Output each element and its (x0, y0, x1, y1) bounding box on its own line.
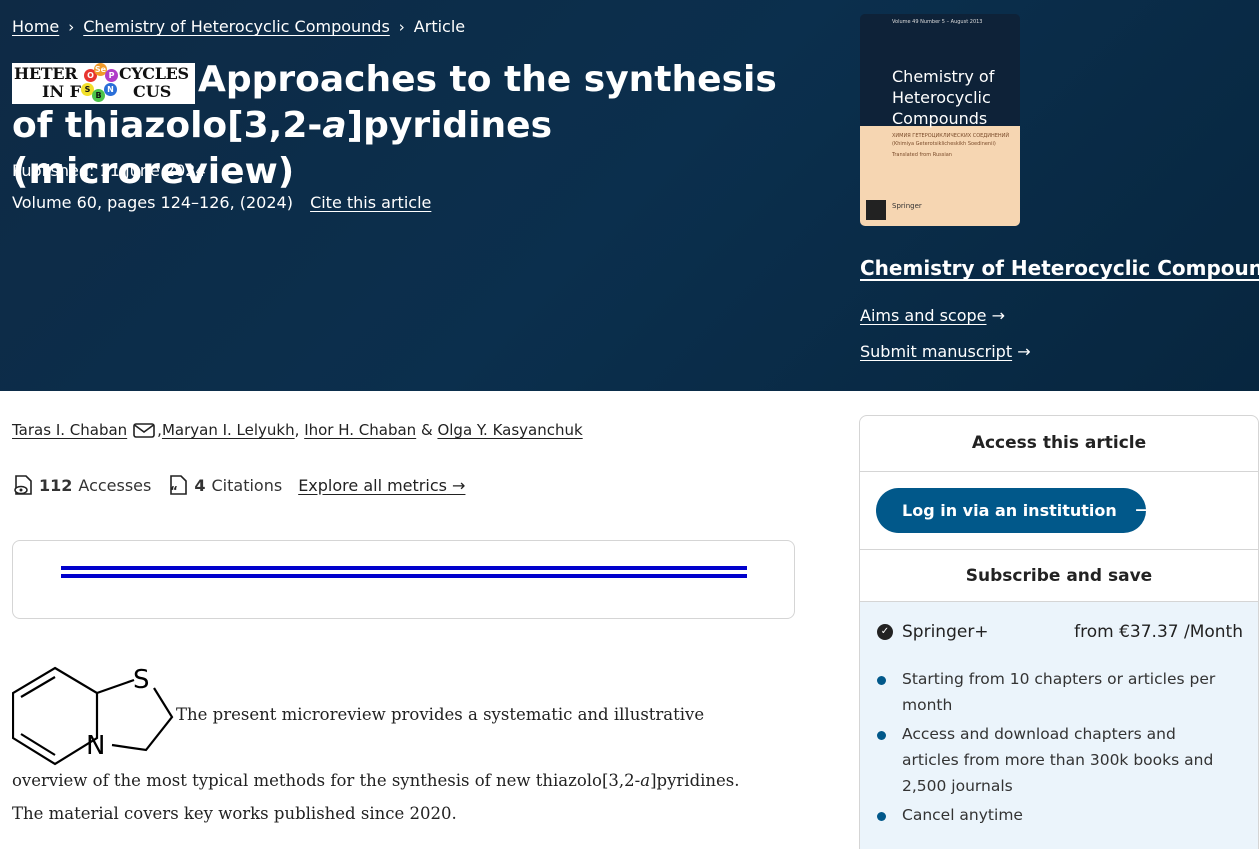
journal-name-link[interactable]: Chemistry of Heterocyclic Compounds (860, 256, 1259, 280)
aims-scope-link[interactable]: Aims and scope → (860, 306, 1005, 325)
subscription-plan: ✓ Springer+ from €37.37 /Month Starting … (860, 602, 1258, 849)
citations-label: Citations (211, 475, 283, 495)
cover-title-line: Chemistry of (892, 67, 995, 86)
explore-metrics-label: Explore all metrics (298, 475, 447, 495)
thiazolopyridine-structure-image: S N (12, 665, 174, 766)
article-header: Home › Chemistry of Heterocyclic Compoun… (0, 0, 1259, 391)
author-link[interactable]: Maryan I. Lelyukh (162, 421, 295, 439)
volume-info: Volume 60, pages 124–126, (2024) Cite th… (12, 193, 431, 212)
structure-atom-label: N (86, 731, 105, 761)
structure-atom-label: S (133, 665, 150, 695)
abstract-text-part: overview of the most typical methods for… (12, 771, 641, 790)
check-icon: ✓ (877, 624, 893, 640)
access-title: Access this article (860, 416, 1258, 472)
article-metrics: 112 Accesses “ 4 Citations Explore all m… (12, 474, 465, 496)
citations-icon: “ (170, 475, 188, 496)
arrow-right-icon: → (991, 306, 1006, 325)
graphical-abstract-box (12, 540, 795, 619)
access-sidebar: Access this article Log in via an instit… (859, 415, 1259, 849)
email-icon[interactable] (133, 422, 155, 438)
journal-cover-image[interactable]: Volume 49 Number 5 – August 2013 Chemist… (860, 14, 1020, 226)
abstract-text: overview of the most typical methods for… (12, 771, 740, 790)
author-link[interactable]: Taras I. Chaban (12, 421, 127, 439)
abstract-italic: a (640, 771, 651, 790)
plan-price: from €37.37 /Month (1074, 622, 1243, 642)
svg-text:“: “ (170, 484, 178, 496)
decorative-line (61, 566, 747, 570)
author-link[interactable]: Ihor H. Chaban (304, 421, 416, 439)
author-list: Taras I. Chaban , Maryan I. Lelyukh , Ih… (12, 421, 583, 439)
plan-benefits: Starting from 10 chapters or articles pe… (877, 666, 1237, 831)
accesses-count: 112 (39, 475, 73, 495)
cover-title-line: Heterocyclic (892, 88, 991, 107)
abstract-text: The present microreview provides a syste… (176, 705, 705, 724)
chevron-right-icon: › (398, 17, 405, 36)
login-label: Log in via an institution (902, 501, 1117, 520)
arrow-right-icon: → (1134, 498, 1154, 523)
breadcrumb-home[interactable]: Home (12, 17, 59, 36)
breadcrumb-current: Article (413, 17, 466, 36)
subscribe-title: Subscribe and save (860, 549, 1258, 602)
cover-subtitle: ХИМИЯ ГЕТЕРОЦИКЛИЧЕСКИХ СОЕДИНЕНИЙ (Khim… (892, 132, 1009, 159)
cover-subtitle-line: ХИМИЯ ГЕТЕРОЦИКЛИЧЕСКИХ СОЕДИНЕНИЙ (892, 133, 1010, 139)
cite-article-link[interactable]: Cite this article (310, 193, 431, 212)
decorative-line (61, 574, 747, 578)
title-italic: a (322, 105, 347, 146)
accesses-icon (14, 475, 32, 495)
cover-title-line: Compounds (892, 109, 988, 128)
breadcrumb: Home › Chemistry of Heterocyclic Compoun… (12, 17, 465, 36)
volume-text: Volume 60, pages 124–126, (2024) (12, 193, 293, 212)
author-separator: & (420, 421, 433, 439)
cover-translated: Translated from Russian (892, 152, 952, 158)
abstract-text-part: ]pyridines. (650, 771, 740, 790)
arrow-right-icon: → (1017, 342, 1031, 361)
institution-login-button[interactable]: Log in via an institution → (876, 488, 1153, 533)
cover-subtitle-line: (Khimiya Geterotsiklicheskikh Soedinenii… (892, 141, 996, 147)
breadcrumb-journal[interactable]: Chemistry of Heterocyclic Compounds (83, 17, 390, 36)
cover-publisher: Springer (892, 202, 922, 210)
explore-metrics-link[interactable]: Explore all metrics → (298, 476, 465, 495)
chevron-right-icon: › (68, 17, 75, 36)
citations-count: 4 (194, 475, 206, 495)
list-item: Starting from 10 chapters or articles pe… (877, 666, 1237, 718)
accesses-label: Accesses (78, 475, 152, 495)
list-item: Cancel anytime (877, 802, 1237, 828)
cover-title: Chemistry of Heterocyclic Compounds (892, 66, 994, 129)
cover-badge (866, 200, 886, 220)
abstract-text: The material covers key works published … (12, 804, 457, 823)
aims-scope-label: Aims and scope (860, 306, 987, 325)
plan-row: ✓ Springer+ from €37.37 /Month (877, 622, 1243, 642)
published-date: Published: 11 June 2024 (12, 161, 206, 180)
plan-name: Springer+ (902, 622, 989, 642)
submit-manuscript-label: Submit manuscript (860, 342, 1013, 361)
author-link[interactable]: Olga Y. Kasyanchuk (437, 421, 582, 439)
submit-manuscript-link[interactable]: Submit manuscript → (860, 342, 1031, 361)
list-item: Access and download chapters and article… (877, 721, 1237, 799)
cover-volume: Volume 49 Number 5 – August 2013 (892, 19, 983, 25)
